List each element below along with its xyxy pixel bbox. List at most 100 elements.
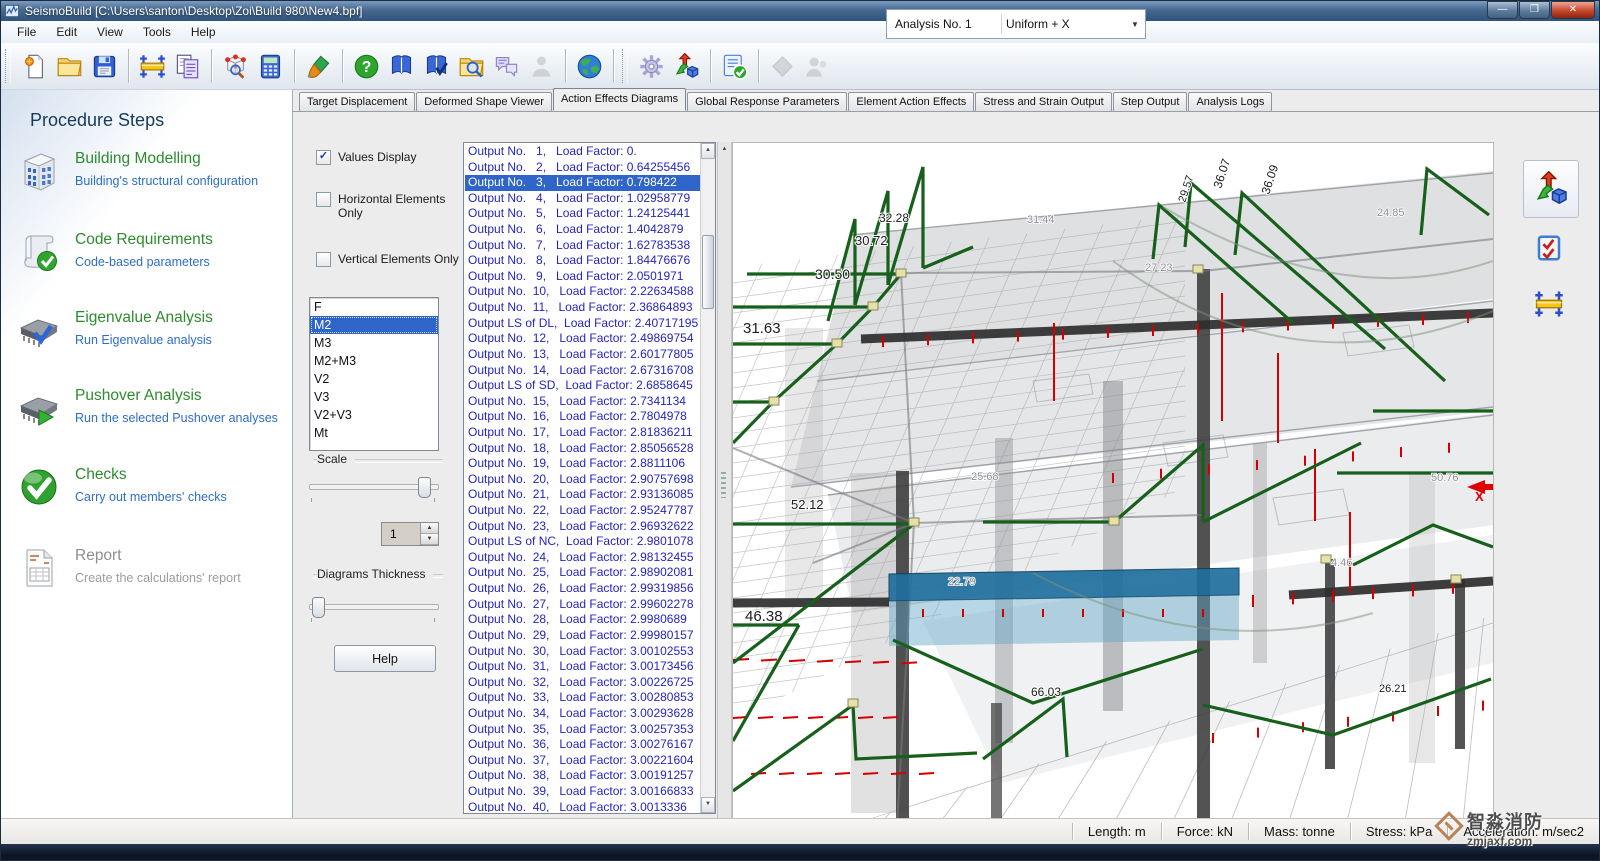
scale-spinner[interactable]: 1 ▲ ▼ xyxy=(381,522,439,546)
tab-global-response-parameters[interactable]: Global Response Parameters xyxy=(687,92,847,111)
output-row[interactable]: Output No. 27, Load Factor: 2.99602278 xyxy=(465,597,701,613)
close-button[interactable]: ✕ xyxy=(1551,1,1595,19)
parameter-option-f[interactable]: F xyxy=(310,298,438,316)
diagram-parameter-list[interactable]: FM2M3M2+M3V2V3V2+V3Mt xyxy=(309,297,439,451)
tab-analysis-logs[interactable]: Analysis Logs xyxy=(1188,92,1272,111)
scroll-up-icon[interactable]: ▲ xyxy=(701,143,715,159)
sidebar-item-pushover-analysis[interactable]: Pushover AnalysisRun the selected Pushov… xyxy=(16,385,282,431)
tab-target-displacement[interactable]: Target Displacement xyxy=(299,92,415,111)
output-row[interactable]: Output No. 6, Load Factor: 1.4042879 xyxy=(465,222,701,238)
horizontal-elements-checkbox[interactable]: Horizontal Elements Only xyxy=(316,192,446,220)
output-row[interactable]: Output No. 22, Load Factor: 2.95247787 xyxy=(465,503,701,519)
output-row[interactable]: Output No. 34, Load Factor: 3.00293628 xyxy=(465,706,701,722)
output-row[interactable]: Output No. 8, Load Factor: 1.84476676 xyxy=(465,253,701,269)
thickness-slider[interactable] xyxy=(309,604,439,610)
chevron-down-icon[interactable]: ▼ xyxy=(1125,20,1145,29)
frame-elements-toolbar-button[interactable] xyxy=(135,49,170,84)
output-row[interactable]: Output No. 21, Load Factor: 2.93136085 xyxy=(465,487,701,503)
output-row[interactable]: Output No. 33, Load Factor: 3.00280853 xyxy=(465,690,701,706)
help-toolbar-button[interactable]: ? xyxy=(349,49,384,84)
output-row[interactable]: Output No. 18, Load Factor: 2.85056528 xyxy=(465,441,701,457)
scale-slider-thumb[interactable] xyxy=(418,477,431,498)
output-row[interactable]: Output No. 31, Load Factor: 3.00173456 xyxy=(465,659,701,675)
output-row[interactable]: Output No. 19, Load Factor: 2.8811106 xyxy=(465,456,701,472)
model-viewer-toolbar-button[interactable] xyxy=(218,49,253,84)
scrollbar-thumb[interactable] xyxy=(702,235,714,309)
minimize-button[interactable]: — xyxy=(1487,1,1518,19)
parameter-option-m2[interactable]: M2 xyxy=(310,316,438,334)
open-folder-toolbar-button[interactable] xyxy=(52,49,87,84)
output-list-scrollbar[interactable]: ▲ ▼ xyxy=(700,143,715,813)
restore-button[interactable]: ❐ xyxy=(1519,1,1550,19)
output-row[interactable]: Output LS of SD, Load Factor: 2.6858645 xyxy=(465,378,701,394)
output-row[interactable]: Output No. 5, Load Factor: 1.24125441 xyxy=(465,206,701,222)
parameter-option-m2+m3[interactable]: M2+M3 xyxy=(310,352,438,370)
deformed-shape-view-button[interactable] xyxy=(1523,160,1579,218)
menu-file[interactable]: File xyxy=(7,22,46,42)
tab-element-action-effects[interactable]: Element Action Effects xyxy=(848,92,974,111)
globe-toolbar-button[interactable] xyxy=(572,49,607,84)
output-row[interactable]: Output No. 40, Load Factor: 3.0013336 xyxy=(465,800,701,812)
output-row[interactable]: Output No. 9, Load Factor: 2.0501971 xyxy=(465,269,701,285)
checkbox-icon[interactable] xyxy=(316,252,331,267)
calculator-toolbar-button[interactable] xyxy=(253,49,288,84)
sidebar-item-building-modelling[interactable]: Building ModellingBuilding's structural … xyxy=(16,148,282,194)
output-row[interactable]: Output No. 14, Load Factor: 2.67316708 xyxy=(465,363,701,379)
vertical-elements-checkbox[interactable]: Vertical Elements Only xyxy=(316,252,466,267)
output-row[interactable]: Output No. 37, Load Factor: 3.00221604 xyxy=(465,753,701,769)
3d-viewport[interactable]: 32.2830.7230.5031.6352.1246.3822.7925.68… xyxy=(732,142,1494,822)
output-row[interactable]: Output No. 13, Load Factor: 2.60177805 xyxy=(465,347,701,363)
output-row[interactable]: Output No. 28, Load Factor: 2.9980689 xyxy=(465,612,701,628)
output-row[interactable]: Output No. 39, Load Factor: 3.00166833 xyxy=(465,784,701,800)
scroll-down-icon[interactable]: ▼ xyxy=(701,797,715,813)
spinner-up-icon[interactable]: ▲ xyxy=(421,523,438,534)
save-toolbar-button[interactable] xyxy=(87,49,122,84)
tab-stress-and-strain-output[interactable]: Stress and Strain Output xyxy=(975,92,1111,111)
output-row[interactable]: Output No. 16, Load Factor: 2.7804978 xyxy=(465,409,701,425)
output-row[interactable]: Output LS of DL, Load Factor: 2.40717195 xyxy=(465,316,701,332)
output-row[interactable]: Output No. 10, Load Factor: 2.22634588 xyxy=(465,284,701,300)
output-row[interactable]: Output LS of NC, Load Factor: 2.9801078 xyxy=(465,534,701,550)
toolbar-drag-handle[interactable] xyxy=(622,49,628,83)
help-button[interactable]: Help xyxy=(334,645,436,672)
output-row[interactable]: Output No. 38, Load Factor: 3.00191257 xyxy=(465,768,701,784)
sidebar-item-code-requirements[interactable]: Code RequirementsCode-based parameters xyxy=(16,229,282,275)
menu-tools[interactable]: Tools xyxy=(133,22,181,42)
scale-slider[interactable] xyxy=(309,484,439,490)
output-row[interactable]: Output No. 1, Load Factor: 0. xyxy=(465,144,701,160)
sidebar-item-eigenvalue-analysis[interactable]: Eigenvalue AnalysisRun Eigenvalue analys… xyxy=(16,307,282,353)
checklist-red-view-button[interactable] xyxy=(1529,228,1569,268)
parameter-option-mt[interactable]: Mt xyxy=(310,424,438,442)
menu-view[interactable]: View xyxy=(87,22,133,42)
thickness-slider-thumb[interactable] xyxy=(312,597,325,618)
menu-edit[interactable]: Edit xyxy=(46,22,87,42)
output-row[interactable]: Output No. 32, Load Factor: 3.00226725 xyxy=(465,675,701,691)
output-row[interactable]: Output No. 30, Load Factor: 3.00102553 xyxy=(465,644,701,660)
user-manual-toolbar-button[interactable] xyxy=(384,49,419,84)
analysis-selector[interactable]: Analysis No. 1 Uniform + X ▼ xyxy=(886,9,1146,39)
tab-deformed-shape-viewer[interactable]: Deformed Shape Viewer xyxy=(416,92,552,111)
folder-search-toolbar-button[interactable] xyxy=(454,49,489,84)
new-document-toolbar-button[interactable] xyxy=(17,49,52,84)
output-row[interactable]: Output No. 2, Load Factor: 0.64255456 xyxy=(465,160,701,176)
panel-splitter[interactable]: ▲ xyxy=(717,142,732,820)
output-row[interactable]: Output No. 26, Load Factor: 2.99319856 xyxy=(465,581,701,597)
paintbrush-toolbar-button[interactable] xyxy=(301,49,336,84)
report-document-toolbar-button[interactable] xyxy=(170,49,205,84)
parameter-option-m3[interactable]: M3 xyxy=(310,334,438,352)
checkbox-icon[interactable] xyxy=(316,192,331,207)
output-row[interactable]: Output No. 36, Load Factor: 3.00276167 xyxy=(465,737,701,753)
verify-book-toolbar-button[interactable] xyxy=(419,49,454,84)
values-display-checkbox[interactable]: ✓ Values Display xyxy=(316,150,416,165)
sidebar-item-checks[interactable]: ChecksCarry out members' checks xyxy=(16,464,282,510)
output-row[interactable]: Output No. 29, Load Factor: 2.99980157 xyxy=(465,628,701,644)
output-row[interactable]: Output No. 20, Load Factor: 2.90757698 xyxy=(465,472,701,488)
output-row[interactable]: Output No. 35, Load Factor: 3.00257353 xyxy=(465,722,701,738)
toolbar-drag-handle[interactable] xyxy=(5,49,11,83)
splitter-grip[interactable] xyxy=(721,472,726,498)
output-row[interactable]: Output No. 23, Load Factor: 2.96932622 xyxy=(465,519,701,535)
forum-comments-toolbar-button[interactable] xyxy=(489,49,524,84)
output-row[interactable]: Output No. 17, Load Factor: 2.81836211 xyxy=(465,425,701,441)
splitter-arrow-icon[interactable]: ▲ xyxy=(718,146,731,152)
output-row[interactable]: Output No. 12, Load Factor: 2.49869754 xyxy=(465,331,701,347)
